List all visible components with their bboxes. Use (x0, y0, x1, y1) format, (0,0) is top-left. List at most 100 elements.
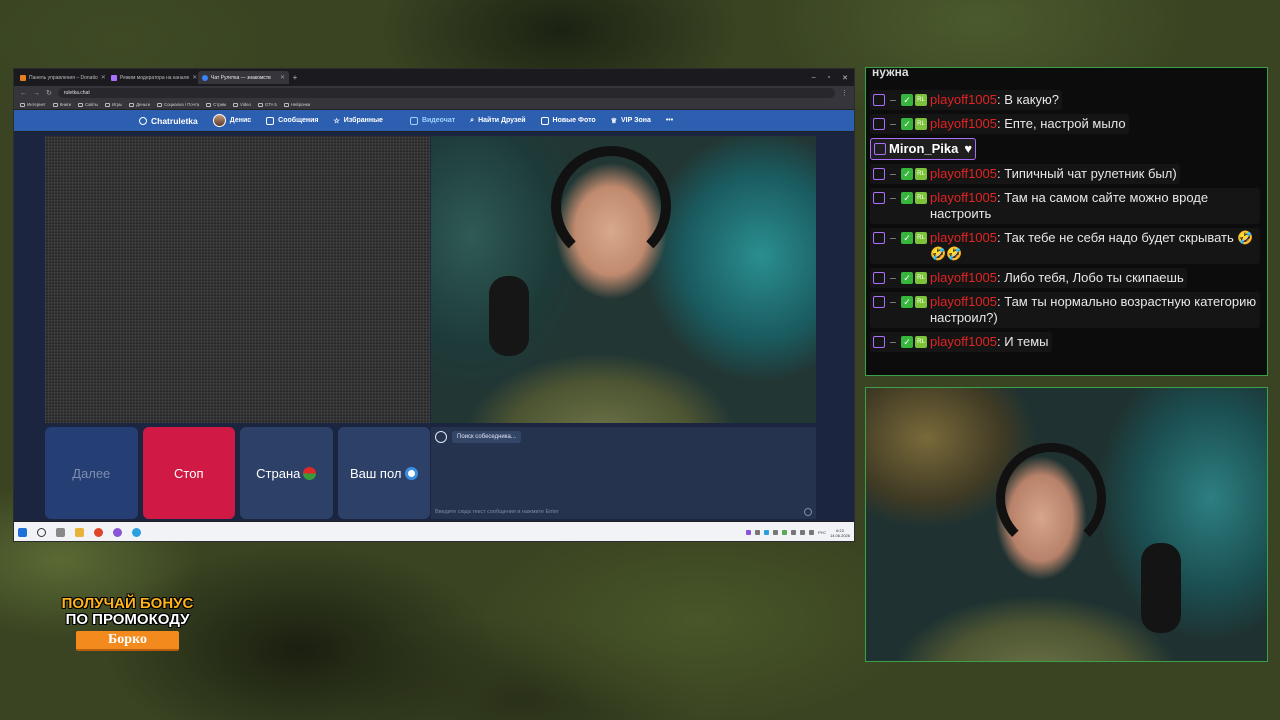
tray-icon[interactable] (781, 530, 787, 535)
tray-icon[interactable] (745, 530, 751, 535)
verified-badge-icon: ✓ (901, 94, 913, 106)
task-view-icon[interactable] (56, 528, 65, 537)
nav-messages[interactable]: Сообщения (266, 116, 319, 125)
search-icon: ⌕ (470, 116, 475, 124)
close-icon[interactable]: ✕ (192, 74, 197, 81)
badges (874, 143, 886, 155)
gender-icon (404, 466, 418, 480)
username[interactable]: playoff1005 (930, 294, 997, 309)
close-icon[interactable]: ✕ (101, 74, 106, 81)
site-header: Chatruletka Денис Сообщения ☆ Избранные … (14, 110, 854, 131)
stop-button[interactable]: Стоп (142, 427, 235, 519)
chat-message: ✓ RL playoff1005: Там на самом сайте можн… (870, 188, 1260, 224)
tab-ruletka[interactable]: Чат Рулетка — знакомств ✕ (198, 71, 289, 84)
windows-start-icon[interactable] (18, 528, 27, 537)
close-window-icon[interactable]: ✕ (842, 74, 848, 82)
bookmark[interactable]: Игры (105, 102, 122, 107)
badges: ✓ RL (873, 336, 927, 348)
chrome-icon[interactable] (132, 528, 141, 537)
dash-icon (890, 197, 896, 199)
nav-profile[interactable]: Денис (212, 114, 251, 127)
nav-new-photos[interactable]: Новые Фото (540, 116, 596, 125)
username[interactable]: playoff1005 (930, 190, 997, 205)
extensions-icon[interactable]: ⋮ (841, 89, 848, 97)
country-button[interactable]: Страна (240, 427, 333, 519)
tray-icon[interactable] (772, 530, 778, 535)
username[interactable]: playoff1005 (930, 92, 997, 107)
minimize-icon[interactable]: – (812, 74, 816, 82)
tray-icon[interactable] (763, 530, 769, 535)
obs-icon[interactable] (113, 528, 122, 537)
bookmark[interactable]: Деньги (129, 102, 150, 107)
username[interactable]: playoff1005 (930, 334, 997, 349)
folder-icon (105, 102, 110, 107)
volume-icon[interactable] (808, 530, 814, 535)
star-icon: ☆ (333, 117, 340, 125)
badges: ✓ RL (873, 94, 927, 106)
username[interactable]: playoff1005 (930, 166, 997, 181)
twitch-icon (873, 192, 885, 204)
nav-more[interactable]: ••• (666, 117, 673, 124)
tab-donation[interactable]: Панель управления – Donatio ✕ (16, 71, 107, 84)
tab-moderator[interactable]: Режим модератора на канале ✕ (107, 71, 198, 84)
reload-icon[interactable]: ↻ (46, 89, 52, 97)
username[interactable]: Miron_Pika (889, 141, 958, 156)
chat-message: ✓ RL playoff1005: В какую? (870, 90, 1063, 110)
site-icon (202, 74, 208, 81)
tab-label: Панель управления – Donatio (29, 74, 98, 81)
search-icon[interactable] (37, 528, 46, 537)
folder-icon (257, 102, 263, 107)
promo-code: Борко (76, 631, 179, 651)
maximize-icon[interactable]: ▫ (828, 74, 830, 82)
tray-icon[interactable] (790, 530, 796, 535)
twitch-icon (873, 94, 885, 106)
logo-icon (139, 116, 147, 125)
bookmark[interactable]: Нейронки (283, 102, 310, 107)
headphones-shape (996, 443, 1106, 553)
nav-vip[interactable]: ♕ VIP Зона (611, 117, 651, 125)
stranger-video-static (45, 136, 430, 423)
language-indicator[interactable]: РУС (818, 530, 826, 535)
nav-favorites[interactable]: ☆ Избранные (334, 117, 383, 125)
microphone-shape (1141, 543, 1181, 633)
chat-message: ✓ RL playoff1005: Типичный чат рулетник б… (870, 164, 1180, 184)
folder-icon (78, 102, 83, 107)
wifi-icon[interactable] (799, 530, 805, 535)
chat-messages: ✓ RL playoff1005: В какую? ✓ RL playoff100… (870, 90, 1263, 356)
back-icon[interactable]: ← (20, 90, 27, 97)
control-buttons: Далее Стоп Страна Ваш пол (45, 427, 430, 519)
bookmark[interactable]: GTA 5 (257, 102, 277, 107)
url-field[interactable]: ruletka.chat (57, 88, 835, 98)
heart-icon: ♥ (964, 141, 973, 156)
site-logo[interactable]: Chatruletka (139, 116, 198, 126)
close-icon[interactable]: ✕ (280, 74, 285, 81)
bookmark[interactable]: Video (233, 102, 251, 107)
forward-icon[interactable]: → (33, 90, 40, 97)
emoji-icon[interactable] (804, 508, 812, 516)
logo-icon (435, 431, 447, 443)
bookmark[interactable]: Книги (52, 102, 71, 107)
chat-message: ✓ RL playoff1005: Епте, настрой мыло (870, 114, 1129, 134)
bookmark[interactable]: Интернет (20, 102, 46, 107)
folder-icon (129, 102, 135, 107)
browser-icon[interactable] (94, 528, 103, 537)
next-button[interactable]: Далее (45, 427, 138, 519)
bookmark[interactable]: Стрим (206, 102, 226, 107)
explorer-icon[interactable] (75, 528, 84, 537)
gender-button[interactable]: Ваш пол (337, 427, 430, 519)
chat-input[interactable]: Введите сюда текст сообщения и нажмите E… (435, 509, 559, 515)
username[interactable]: playoff1005 (930, 270, 997, 285)
clock[interactable]: 6:23 14.06.2026 (830, 528, 850, 538)
dash-icon (890, 123, 896, 125)
nav-find-friends[interactable]: ⌕ Найти Друзей (470, 117, 525, 125)
envelope-icon (266, 116, 275, 125)
username[interactable]: playoff1005 (930, 230, 997, 245)
username[interactable]: playoff1005 (930, 116, 997, 131)
new-tab-button[interactable]: + (289, 73, 301, 82)
browser-window: Панель управления – Donatio ✕ Режим моде… (13, 68, 855, 542)
bookmark[interactable]: Сайты (78, 102, 98, 107)
tray-icon[interactable] (754, 530, 760, 535)
bookmark[interactable]: Социалка / Почта (157, 102, 199, 107)
verified-badge-icon: ✓ (901, 232, 913, 244)
nav-videochat[interactable]: Видеочат (409, 116, 455, 125)
